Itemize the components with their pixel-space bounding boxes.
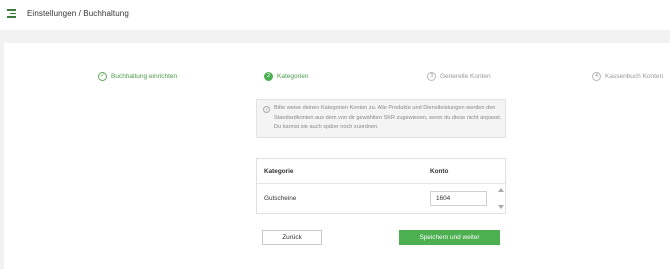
hamburger-menu-icon[interactable] [7, 9, 16, 18]
step-generelle-konten[interactable]: 3 Generelle Konten [427, 71, 491, 81]
category-account-table: Kategorie Konto Gutscheine [256, 158, 506, 214]
page-title: Einstellungen / Buchhaltung [27, 9, 129, 18]
column-header-category: Kategorie [264, 168, 294, 175]
info-text: Bitte weise deinen Kategorien Konten zu.… [274, 105, 502, 131]
column-header-account: Konto [430, 168, 449, 175]
save-and-continue-button[interactable]: Speichern und weiter [399, 230, 500, 245]
top-header: Einstellungen / Buchhaltung [0, 0, 670, 30]
step-number: 3 [427, 71, 436, 81]
step-kategorien[interactable]: 2 Kategorien [264, 71, 308, 81]
step-label: Generelle Konten [440, 72, 491, 80]
info-icon: i [263, 106, 270, 113]
checkmark-icon: ✓ [98, 71, 107, 81]
category-name: Gutscheine [264, 195, 297, 202]
step-number: 2 [264, 71, 273, 81]
step-kassenbuch-konten[interactable]: 4 Kassenbuch Konten [592, 71, 663, 81]
step-buchhaltung-einrichten[interactable]: ✓ Buchhaltung einrichten [98, 71, 177, 81]
back-button[interactable]: Zurück [262, 230, 322, 245]
step-number: 4 [592, 71, 601, 81]
table-row: Gutscheine [257, 185, 497, 213]
table-scrollbar[interactable] [497, 185, 505, 213]
table-header-row: Kategorie Konto [257, 159, 505, 184]
scroll-up-icon[interactable] [498, 188, 504, 192]
step-label: Kategorien [277, 72, 309, 80]
step-label: Kassenbuch Konten [605, 72, 664, 80]
account-input[interactable] [430, 191, 487, 206]
step-label: Buchhaltung einrichten [111, 72, 178, 80]
info-notice: i Bitte weise deinen Kategorien Konten z… [256, 99, 506, 138]
scroll-down-icon[interactable] [498, 205, 504, 209]
